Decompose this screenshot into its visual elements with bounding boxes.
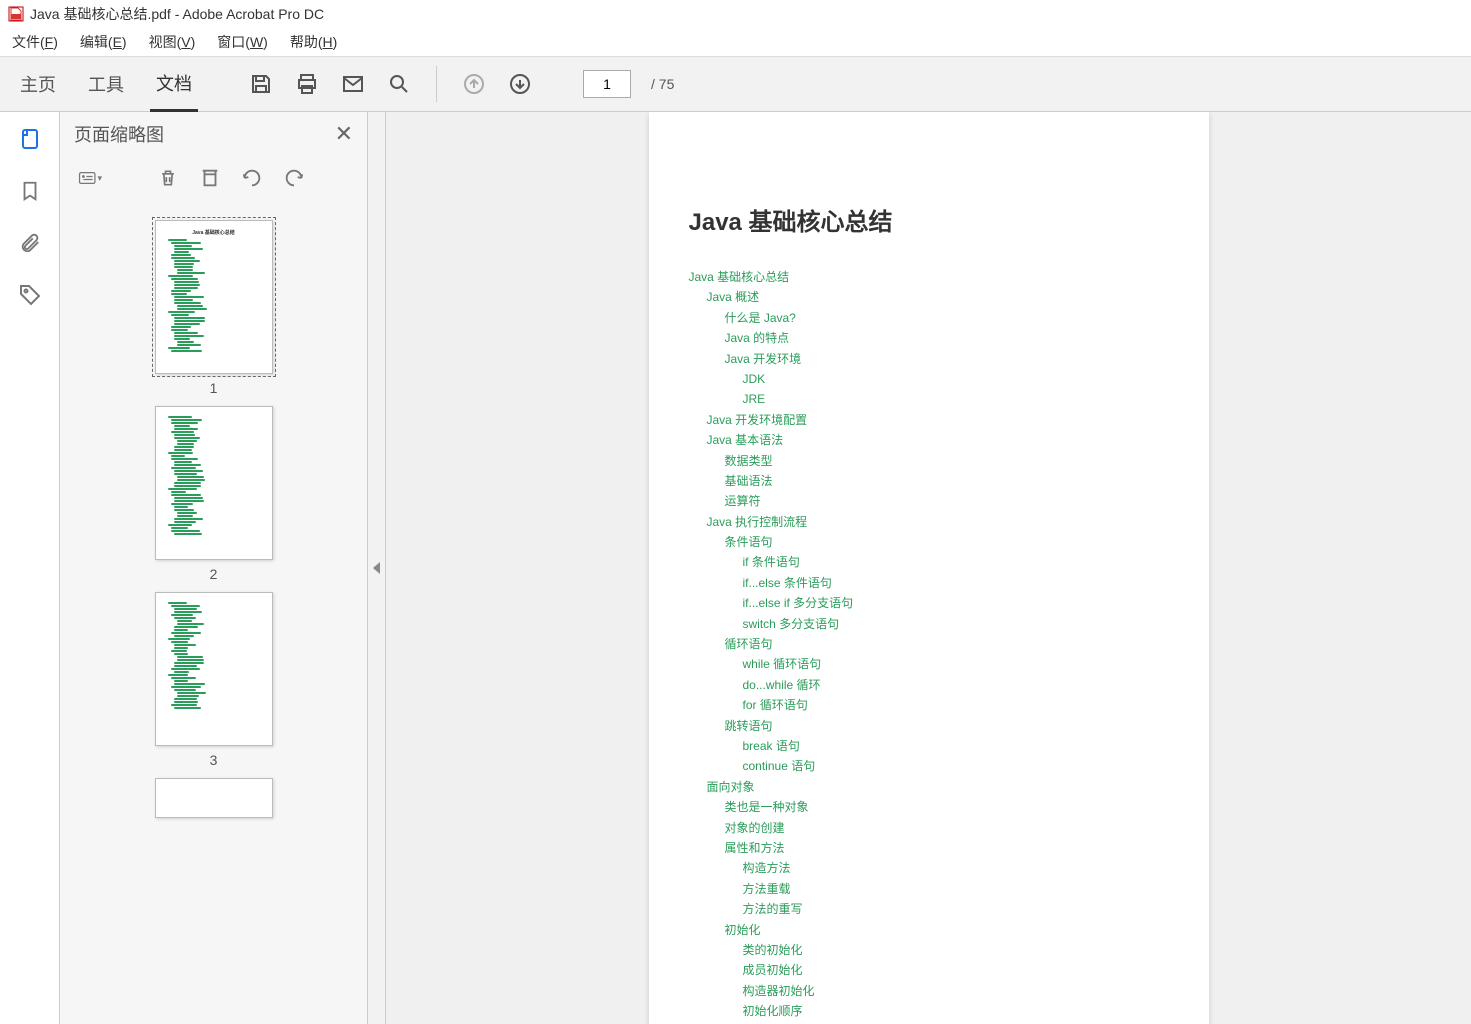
toc-link[interactable]: 初始化	[725, 920, 1169, 940]
toc-link[interactable]: 面向对象	[707, 777, 1169, 797]
page-title: Java 基础核心总结	[689, 202, 1169, 237]
toc-link[interactable]: 循环语句	[725, 634, 1169, 654]
menubar: 文件(F) 编辑(E) 视图(V) 窗口(W) 帮助(H)	[0, 28, 1471, 56]
thumbnails-panel: 页面缩略图 ✕ ▾ Java 基础核心总结 1 2	[60, 112, 368, 1024]
toc-link[interactable]: 数据类型	[725, 451, 1169, 471]
search-icon[interactable]	[386, 71, 412, 97]
thumb1-title: Java 基础核心总结	[162, 229, 266, 236]
toc-link[interactable]: if 条件语句	[743, 552, 1169, 572]
toc-link[interactable]: 跳转语句	[725, 716, 1169, 736]
nav-strip	[0, 112, 60, 1024]
toc-link[interactable]: do...while 循环	[743, 675, 1169, 695]
mail-icon[interactable]	[340, 71, 366, 97]
toc-link[interactable]: for 循环语句	[743, 695, 1169, 715]
print-icon[interactable]	[294, 71, 320, 97]
undo-icon[interactable]	[240, 166, 264, 190]
document-area[interactable]: Java 基础核心总结 Java 基础核心总结Java 概述什么是 Java?J…	[386, 112, 1471, 1024]
page-total: / 75	[651, 76, 674, 92]
menu-window[interactable]: 窗口(W)	[217, 32, 268, 52]
toc-link[interactable]: 构造方法	[743, 858, 1169, 878]
toc-link[interactable]: 属性和方法	[725, 838, 1169, 858]
toolbar: 主页 工具 文档 / 75	[0, 56, 1471, 112]
menu-file[interactable]: 文件(F)	[12, 32, 58, 52]
page-number-input[interactable]	[583, 70, 631, 98]
options-icon[interactable]: ▾	[78, 166, 102, 190]
toc-link[interactable]: Java 基础核心总结	[689, 267, 1169, 287]
toc-link[interactable]: Java 基本语法	[707, 430, 1169, 450]
toc-link[interactable]: 对象的创建	[725, 818, 1169, 838]
menu-help[interactable]: 帮助(H)	[290, 32, 337, 52]
thumb3-num: 3	[155, 752, 273, 768]
thumbs-scroll[interactable]: Java 基础核心总结 1 2 3	[60, 200, 367, 1024]
toc-link[interactable]: 方法的重写	[743, 899, 1169, 919]
tab-tools[interactable]: 工具	[82, 56, 130, 112]
toc-link[interactable]: 初始化顺序	[743, 1001, 1169, 1021]
toc-link[interactable]: JDK	[743, 369, 1169, 389]
toc-link[interactable]: switch 多分支语句	[743, 614, 1169, 634]
toc-link[interactable]: 什么是 Java?	[725, 308, 1169, 328]
toc-link[interactable]: 方法重载	[743, 879, 1169, 899]
nav-attachments-icon[interactable]	[17, 230, 43, 256]
toc-link[interactable]: while 循环语句	[743, 654, 1169, 674]
save-icon[interactable]	[248, 71, 274, 97]
toc-link[interactable]: Java 的特点	[725, 328, 1169, 348]
toc-link[interactable]: 条件语句	[725, 532, 1169, 552]
table-of-contents: Java 基础核心总结Java 概述什么是 Java?Java 的特点Java …	[689, 267, 1169, 1024]
thumb2-num: 2	[155, 566, 273, 582]
toc-link[interactable]: Java 开发环境配置	[707, 410, 1169, 430]
next-page-icon[interactable]	[507, 71, 533, 97]
separator	[436, 66, 437, 102]
redo-icon[interactable]	[282, 166, 306, 190]
thumbnail-3[interactable]: 3	[155, 592, 273, 768]
toc-link[interactable]: 类的初始化	[743, 940, 1169, 960]
toc-link[interactable]: 类也是一种对象	[725, 797, 1169, 817]
tab-document[interactable]: 文档	[150, 56, 198, 112]
toc-link[interactable]: continue 语句	[743, 756, 1169, 776]
thumbnail-2[interactable]: 2	[155, 406, 273, 582]
toc-link[interactable]: Java 概述	[707, 287, 1169, 307]
nav-tags-icon[interactable]	[17, 282, 43, 308]
toc-link[interactable]: Java 开发环境	[725, 349, 1169, 369]
tab-home[interactable]: 主页	[14, 56, 62, 112]
delete-icon[interactable]	[156, 166, 180, 190]
document-page: Java 基础核心总结 Java 基础核心总结Java 概述什么是 Java?J…	[649, 112, 1209, 1024]
menu-edit[interactable]: 编辑(E)	[80, 32, 127, 52]
thumbs-title: 页面缩略图	[74, 121, 164, 147]
menu-view[interactable]: 视图(V)	[149, 32, 196, 52]
titlebar: Java 基础核心总结.pdf - Adobe Acrobat Pro DC	[0, 0, 1471, 28]
workspace: 页面缩略图 ✕ ▾ Java 基础核心总结 1 2	[0, 112, 1471, 1024]
thumbnail-1[interactable]: Java 基础核心总结 1	[155, 220, 273, 396]
toc-link[interactable]: break 语句	[743, 736, 1169, 756]
toc-link[interactable]: Java 执行控制流程	[707, 512, 1169, 532]
thumbs-header: 页面缩略图 ✕	[60, 112, 367, 156]
toc-link[interactable]: if...else 条件语句	[743, 573, 1169, 593]
thumb1-num: 1	[155, 380, 273, 396]
toc-link[interactable]: 成员初始化	[743, 960, 1169, 980]
panel-divider[interactable]	[368, 112, 386, 1024]
toc-link[interactable]: JRE	[743, 389, 1169, 409]
thumbs-tools: ▾	[60, 156, 367, 200]
window-title: Java 基础核心总结.pdf - Adobe Acrobat Pro DC	[30, 4, 324, 24]
nav-thumbnails-icon[interactable]	[17, 126, 43, 152]
toc-link[interactable]: 运算符	[725, 491, 1169, 511]
toc-link[interactable]: if...else if 多分支语句	[743, 593, 1169, 613]
toc-link[interactable]: 基础语法	[725, 471, 1169, 491]
close-icon[interactable]: ✕	[335, 121, 353, 147]
rotate-page-icon[interactable]	[198, 166, 222, 190]
thumbnail-4[interactable]	[155, 778, 273, 818]
pdf-icon	[8, 6, 24, 22]
toc-link[interactable]: 构造器初始化	[743, 981, 1169, 1001]
prev-page-icon[interactable]	[461, 71, 487, 97]
collapse-icon	[373, 562, 380, 574]
nav-bookmarks-icon[interactable]	[17, 178, 43, 204]
